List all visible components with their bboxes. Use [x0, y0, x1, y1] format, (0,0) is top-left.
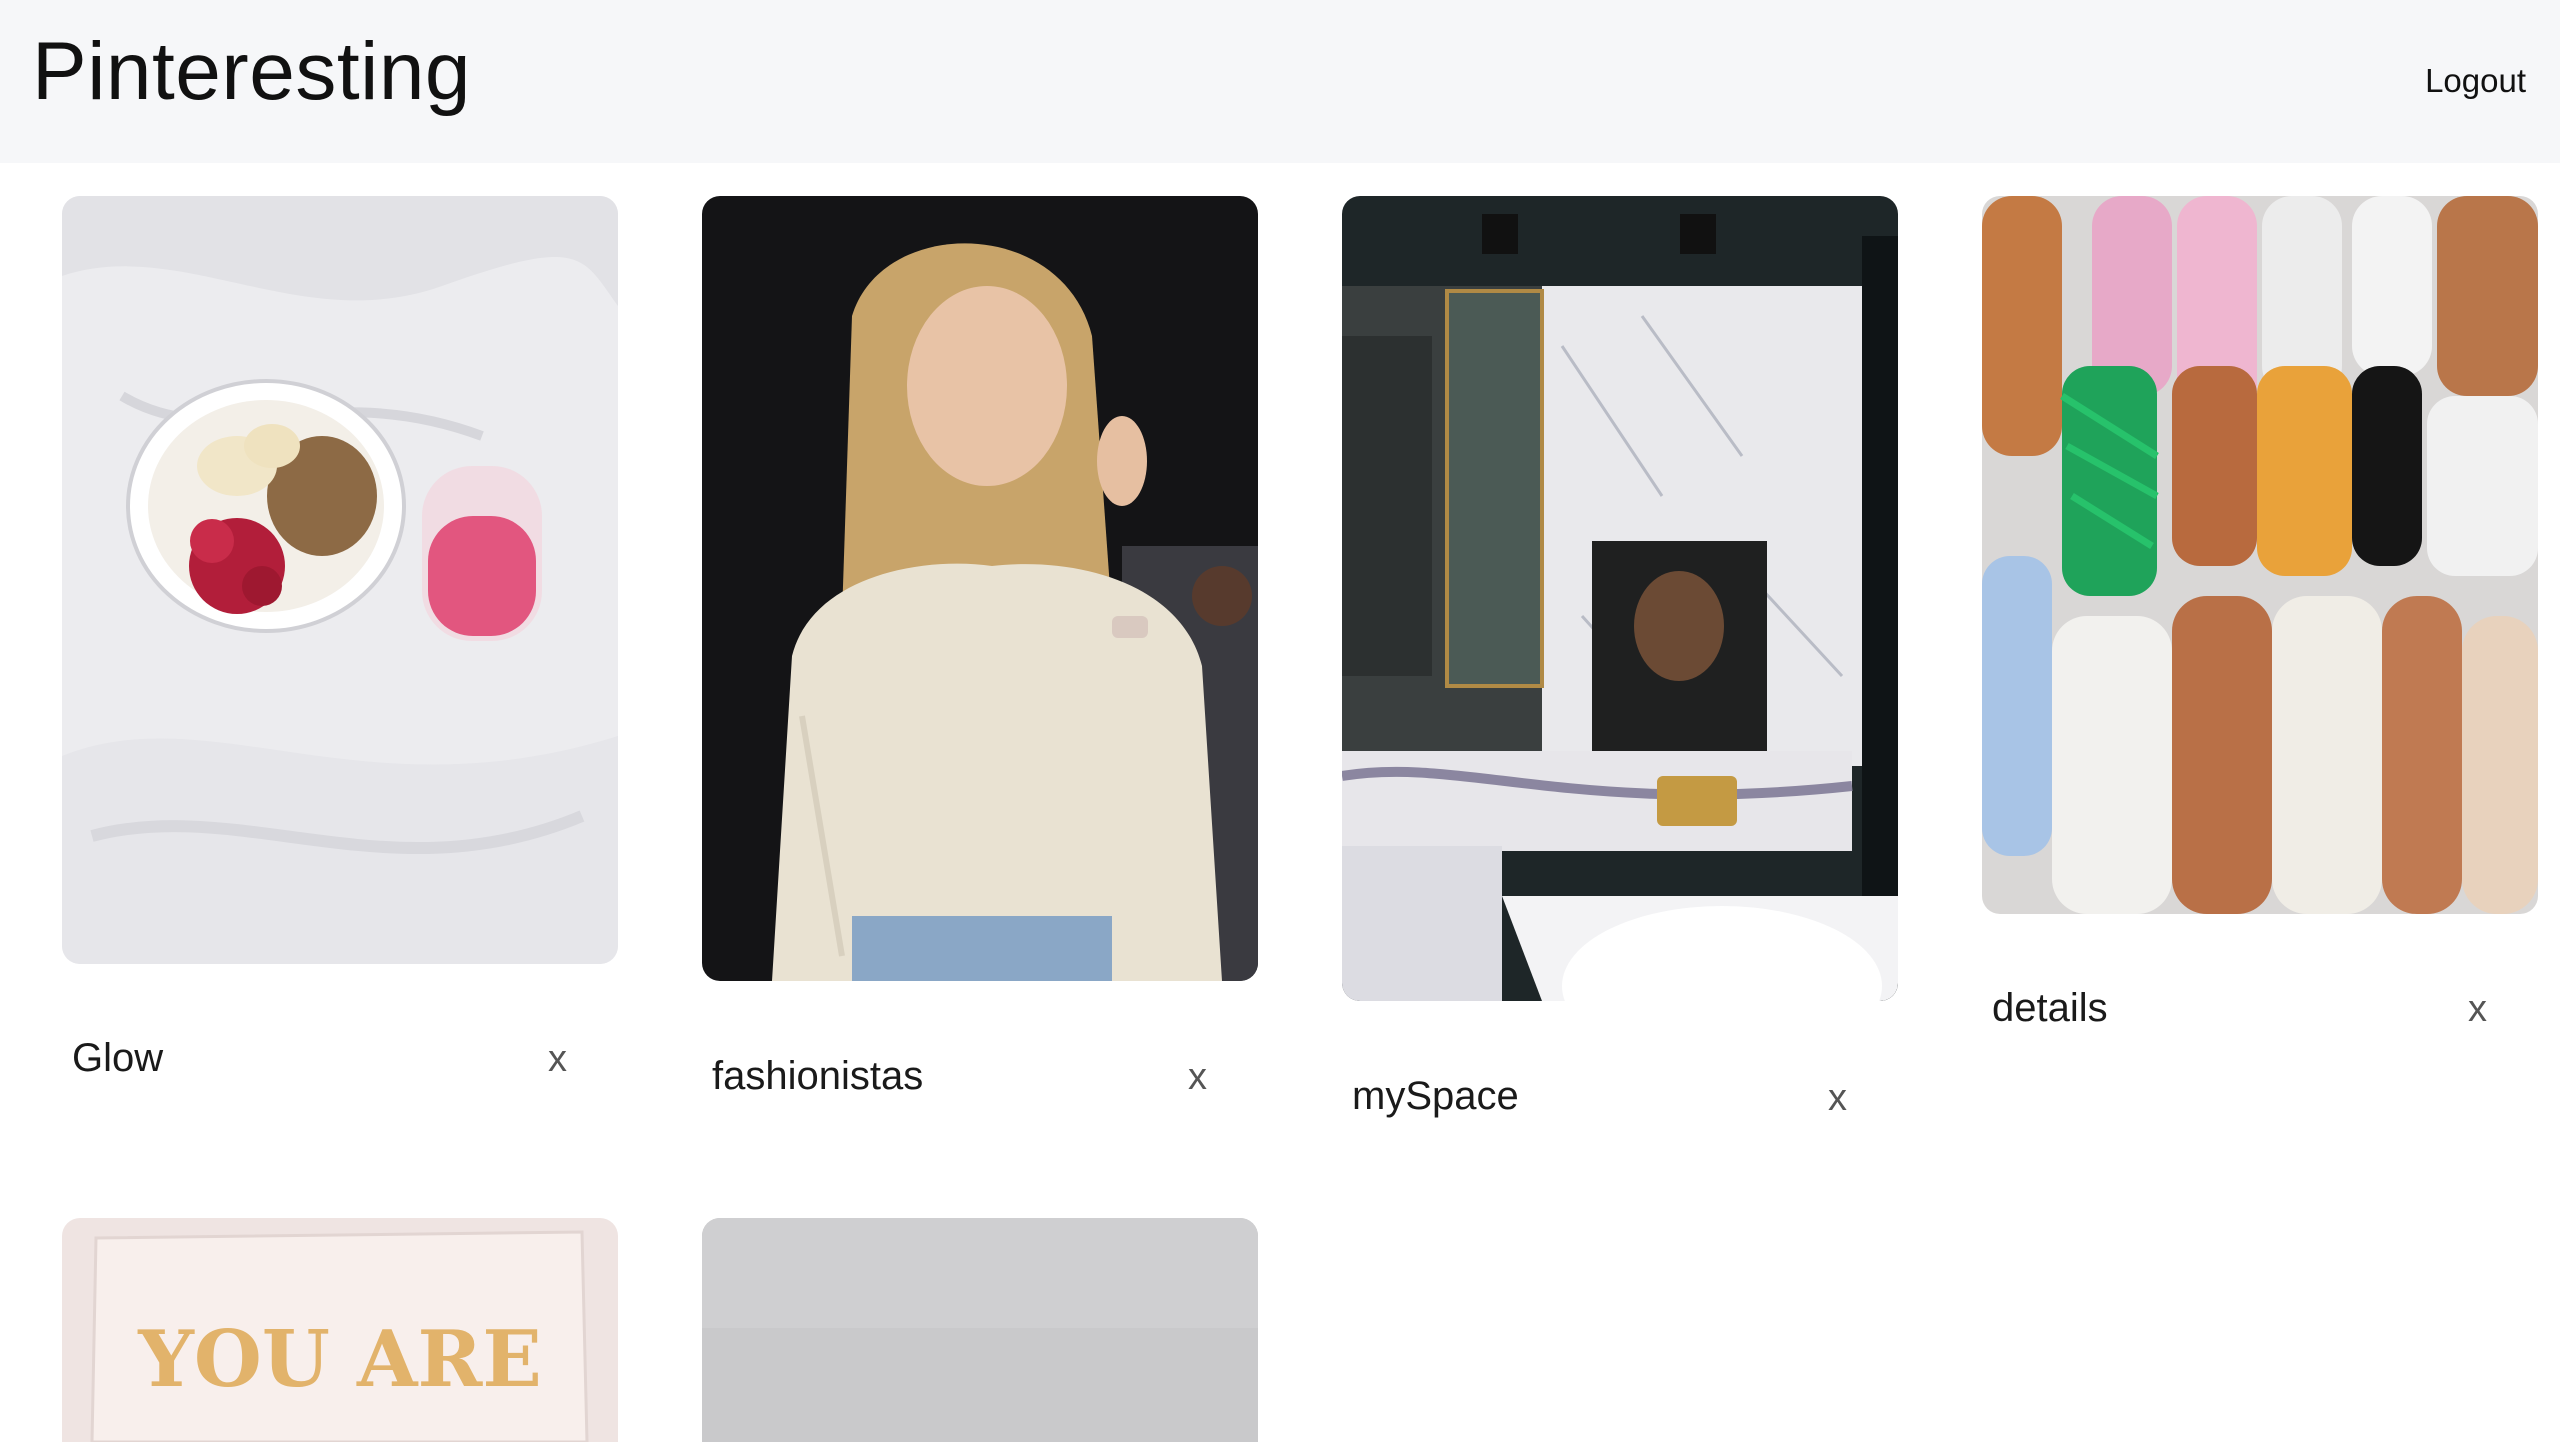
board-image-fashionistas[interactable]	[702, 196, 1258, 981]
gray-image-photo	[702, 1218, 1258, 1442]
shoes-collection-photo	[1982, 196, 2538, 914]
acai-bowl-photo	[62, 196, 618, 964]
remove-board-details-button[interactable]: x	[2468, 984, 2487, 1034]
board-image-details[interactable]	[1982, 196, 2538, 914]
quote-print-photo: YOU ARE	[62, 1218, 618, 1442]
app-title[interactable]: Pinteresting	[32, 22, 471, 122]
board-name-fashionistas[interactable]: fashionistas	[712, 1051, 923, 1101]
board-name-glow[interactable]: Glow	[72, 1033, 163, 1083]
quote-text: YOU ARE	[137, 1314, 542, 1405]
remove-board-fashionistas-button[interactable]: x	[1188, 1052, 1207, 1102]
board-image-gray[interactable]	[702, 1218, 1258, 1442]
logout-button[interactable]: Logout	[2425, 56, 2526, 106]
marble-bathroom-photo	[1342, 196, 1898, 1001]
board-name-details[interactable]: details	[1992, 983, 2108, 1033]
remove-board-myspace-button[interactable]: x	[1828, 1073, 1847, 1123]
board-image-you-are[interactable]: YOU ARE	[62, 1218, 618, 1442]
board-image-myspace[interactable]	[1342, 196, 1898, 1001]
woman-sweater-photo	[702, 196, 1258, 981]
top-navbar: Pinteresting Logout	[0, 0, 2560, 163]
board-name-myspace[interactable]: mySpace	[1352, 1071, 1519, 1121]
remove-board-glow-button[interactable]: x	[548, 1034, 567, 1084]
board-image-glow[interactable]	[62, 196, 618, 964]
